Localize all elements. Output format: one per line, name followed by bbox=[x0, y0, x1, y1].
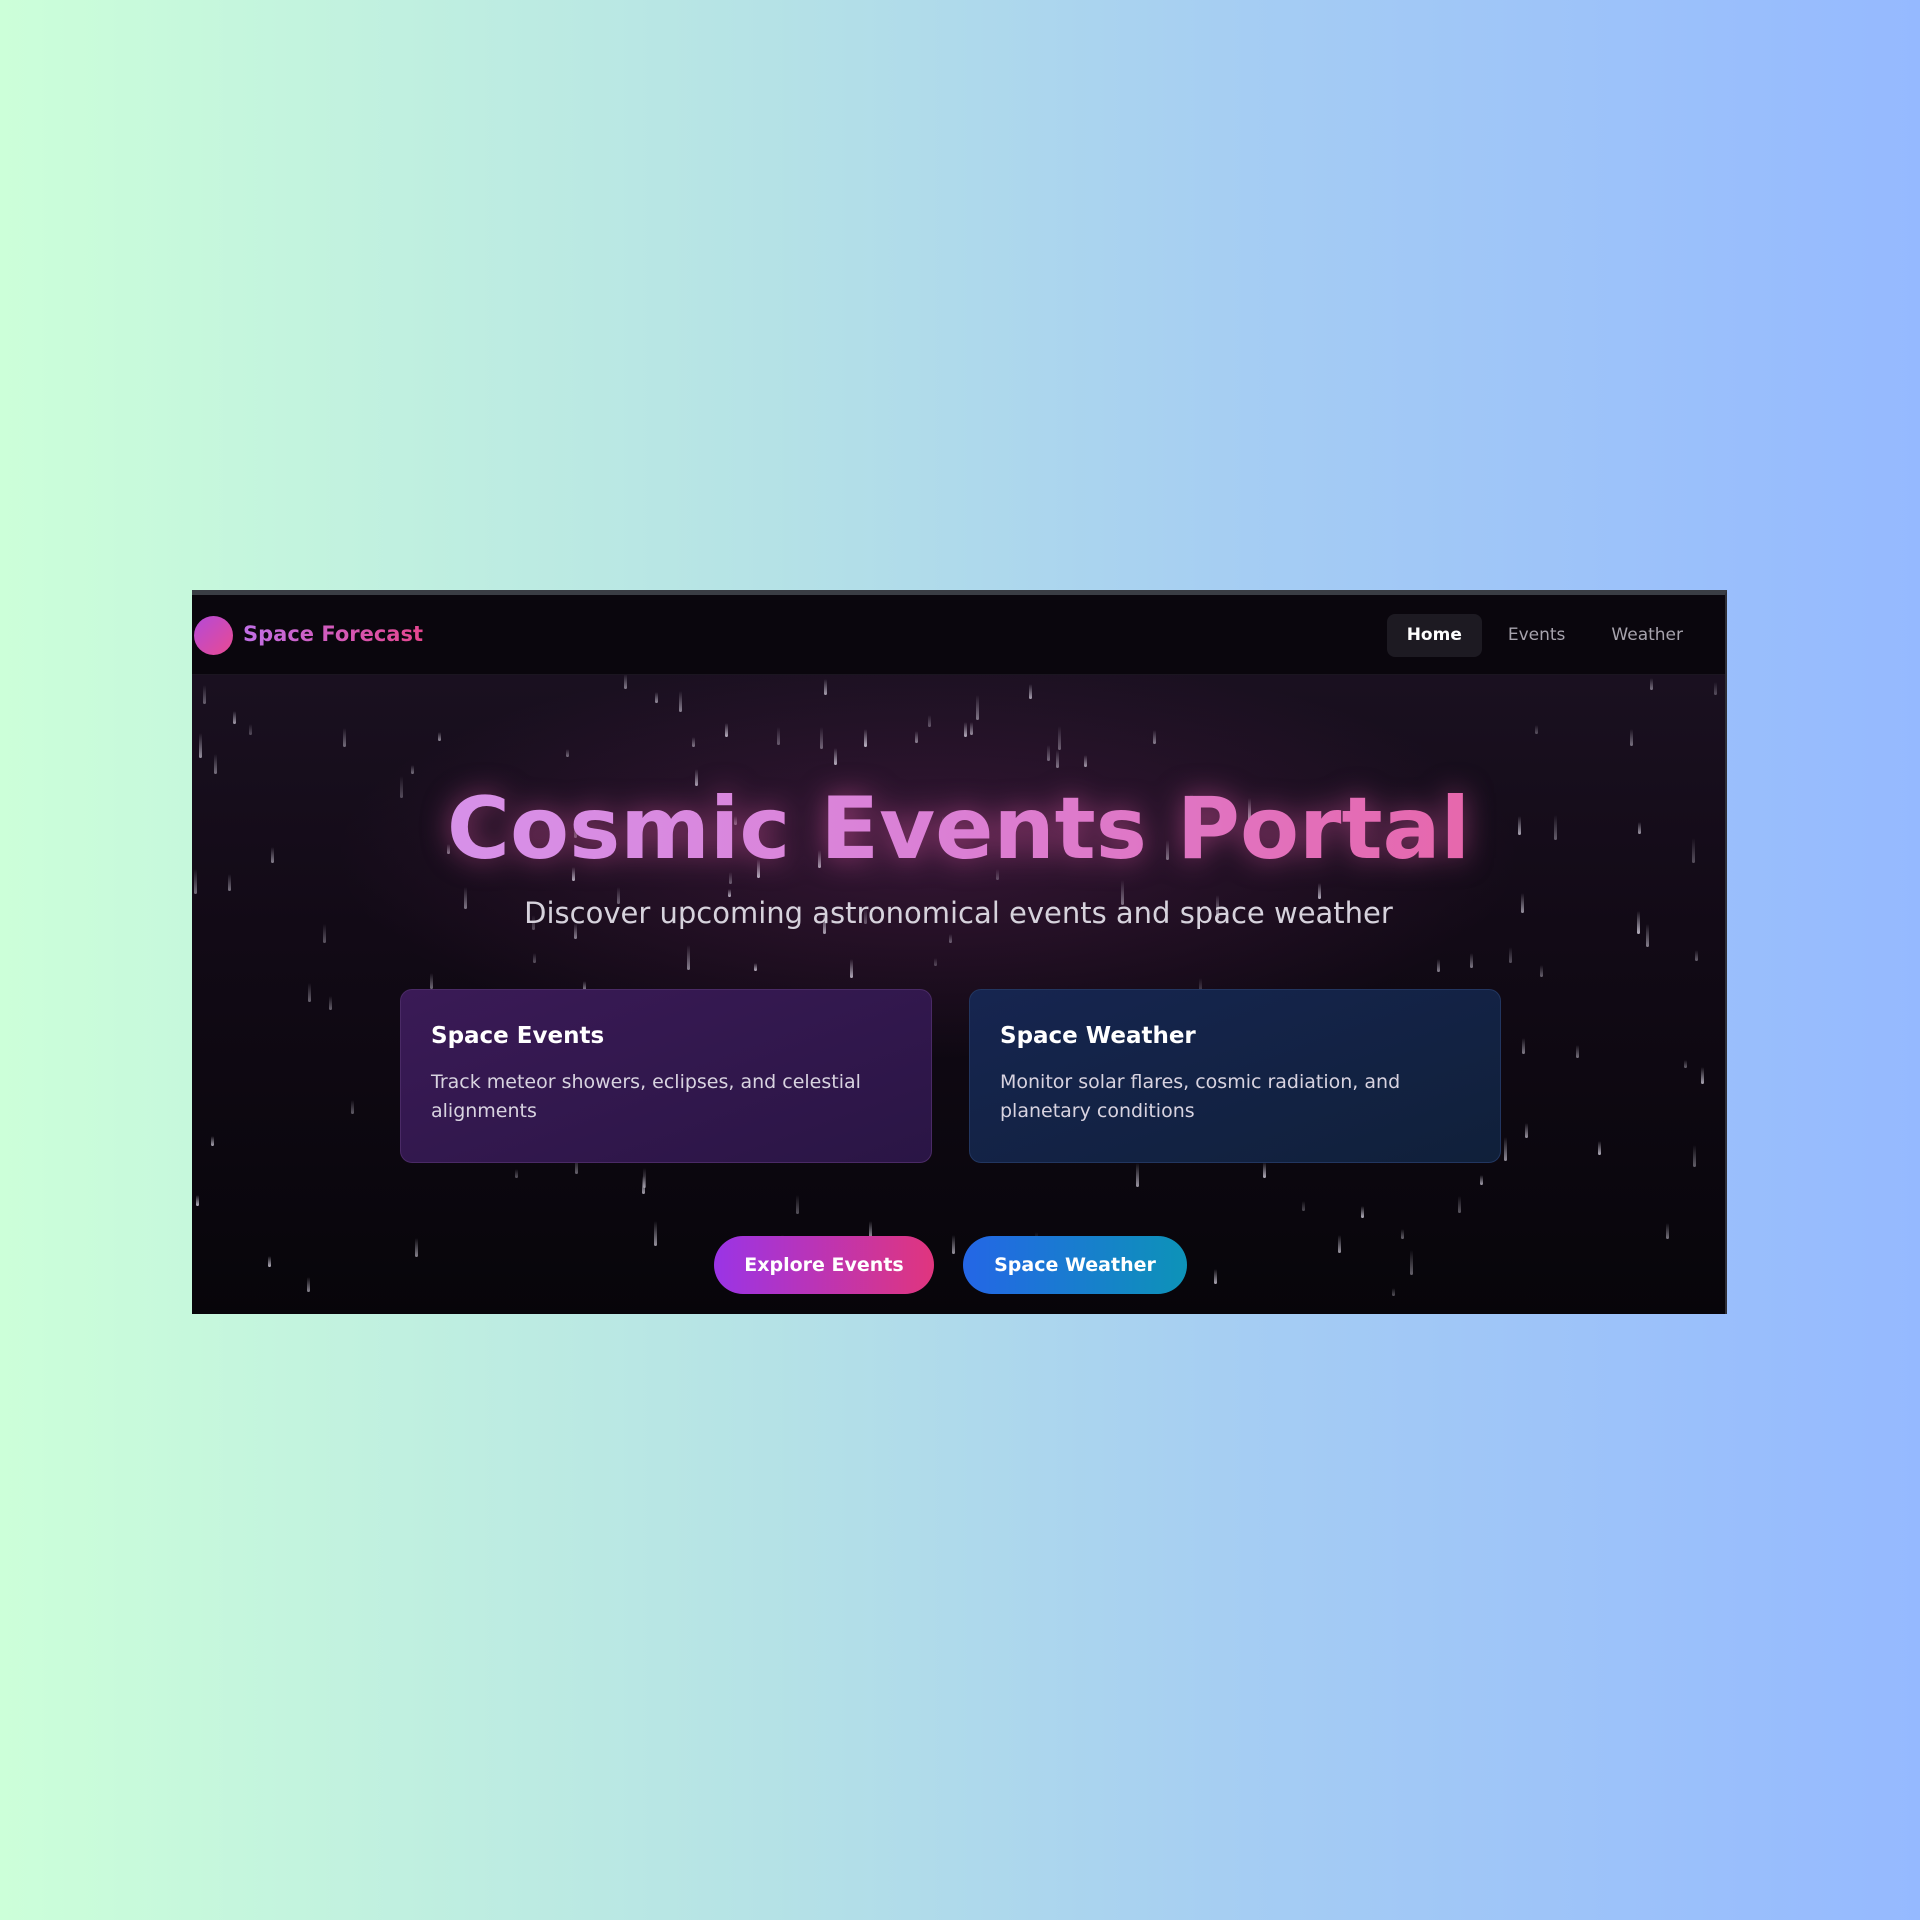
meteor-streak bbox=[1263, 1162, 1266, 1178]
meteor-streak bbox=[1598, 1141, 1601, 1155]
space-events-card[interactable]: Space Events Track meteor showers, eclip… bbox=[400, 989, 932, 1163]
card-description: Monitor solar flares, cosmic radiation, … bbox=[1000, 1071, 1401, 1122]
navbar: Space Forecast Home Events Weather bbox=[192, 595, 1725, 675]
space-weather-button[interactable]: Space Weather bbox=[963, 1236, 1187, 1294]
meteor-streak bbox=[864, 729, 867, 747]
meteor-streak bbox=[351, 1100, 354, 1114]
meteor-streak bbox=[199, 733, 202, 758]
card-title: Space Events bbox=[431, 1023, 605, 1049]
meteor-streak bbox=[1410, 1250, 1413, 1275]
meteor-streak bbox=[515, 1169, 518, 1178]
meteor-streak bbox=[1650, 678, 1653, 690]
meteor-streak bbox=[438, 732, 441, 741]
meteor-streak bbox=[343, 728, 346, 747]
meteor-streak bbox=[692, 737, 695, 747]
meteor-streak bbox=[850, 959, 853, 978]
meteor-streak bbox=[430, 973, 433, 989]
meteor-streak bbox=[1401, 1229, 1404, 1239]
meteor-streak bbox=[1214, 1269, 1217, 1284]
meteor-streak bbox=[308, 983, 311, 1002]
meteor-streak bbox=[970, 722, 973, 735]
meteor-streak bbox=[1361, 1206, 1364, 1218]
meteor-streak bbox=[679, 691, 682, 712]
meteor-streak bbox=[654, 1221, 657, 1246]
meteor-streak bbox=[415, 1238, 418, 1257]
meteor-streak bbox=[1058, 726, 1061, 750]
page-subtitle: Discover upcoming astronomical events an… bbox=[524, 896, 1393, 930]
meteor-streak bbox=[1458, 1196, 1461, 1213]
meteor-streak bbox=[1470, 953, 1473, 968]
meteor-streak bbox=[1136, 1163, 1139, 1187]
hero-section: Cosmic Events Portal Discover upcoming a… bbox=[192, 674, 1725, 1314]
meteor-streak bbox=[1525, 1123, 1528, 1138]
meteor-streak bbox=[687, 945, 690, 970]
meteor-streak bbox=[1693, 1145, 1696, 1167]
meteor-streak bbox=[1480, 1175, 1483, 1185]
meteor-streak bbox=[964, 722, 967, 737]
space-weather-card[interactable]: Space Weather Monitor solar flares, cosm… bbox=[969, 989, 1501, 1163]
meteor-streak bbox=[203, 685, 206, 704]
meteor-streak bbox=[329, 996, 332, 1010]
meteor-streak bbox=[1540, 965, 1543, 977]
meteor-streak bbox=[624, 674, 627, 689]
meteor-streak bbox=[268, 1256, 271, 1267]
meteor-streak bbox=[952, 1235, 955, 1254]
meteor-streak bbox=[1522, 1038, 1525, 1054]
meteor-streak bbox=[307, 1277, 310, 1292]
meteor-streak bbox=[1047, 745, 1050, 761]
meteor-streak bbox=[533, 953, 536, 963]
meteor-streak bbox=[1437, 959, 1440, 972]
card-description: Track meteor showers, eclipses, and cele… bbox=[431, 1071, 861, 1122]
meteor-streak bbox=[1029, 684, 1032, 699]
meteor-streak bbox=[820, 727, 823, 749]
meteor-streak bbox=[211, 1136, 214, 1146]
meteor-streak bbox=[1630, 729, 1633, 746]
meteor-streak bbox=[1056, 750, 1059, 768]
meteor-streak bbox=[1338, 1235, 1341, 1253]
brand-name[interactable]: Space Forecast bbox=[243, 617, 423, 651]
explore-events-button[interactable]: Explore Events bbox=[714, 1236, 934, 1294]
meteor-streak bbox=[725, 723, 728, 737]
meteor-streak bbox=[1714, 682, 1717, 695]
meteor-streak bbox=[777, 727, 780, 745]
meteor-streak bbox=[1684, 1060, 1687, 1068]
meteor-streak bbox=[566, 749, 569, 757]
meteor-streak bbox=[834, 748, 837, 765]
meteor-streak bbox=[1084, 755, 1087, 767]
browser-window: Space Forecast Home Events Weather Cosmi… bbox=[192, 590, 1727, 1314]
meteor-streak bbox=[1302, 1201, 1305, 1211]
logo-icon[interactable] bbox=[194, 616, 233, 655]
meteor-streak bbox=[934, 958, 937, 966]
meteor-streak bbox=[1392, 1288, 1395, 1296]
meteor-streak bbox=[411, 765, 414, 774]
meteor-streak bbox=[249, 724, 252, 735]
meteor-streak bbox=[1576, 1045, 1579, 1058]
meteor-streak bbox=[1701, 1067, 1704, 1084]
meteor-streak bbox=[1695, 950, 1698, 961]
meteor-streak bbox=[824, 679, 827, 695]
meteor-streak bbox=[1535, 725, 1538, 734]
nav-home[interactable]: Home bbox=[1386, 614, 1482, 657]
meteor-streak bbox=[1504, 1137, 1507, 1161]
nav-weather[interactable]: Weather bbox=[1591, 614, 1703, 657]
meteor-streak bbox=[1509, 947, 1512, 963]
meteor-streak bbox=[796, 1195, 799, 1214]
meteor-streak bbox=[976, 695, 979, 720]
meteor-streak bbox=[196, 1195, 199, 1206]
meteor-streak bbox=[949, 934, 952, 943]
meteor-streak bbox=[655, 692, 658, 703]
nav-links: Home Events Weather bbox=[1386, 614, 1703, 657]
meteor-streak bbox=[754, 963, 757, 971]
meteor-streak bbox=[928, 715, 931, 727]
meteor-streak bbox=[1153, 730, 1156, 744]
meteor-streak bbox=[214, 754, 217, 774]
meteor-streak bbox=[1666, 1223, 1669, 1239]
meteor-streak bbox=[642, 1176, 645, 1194]
card-title: Space Weather bbox=[1000, 1023, 1196, 1049]
nav-events[interactable]: Events bbox=[1488, 614, 1586, 657]
meteor-streak bbox=[233, 711, 236, 724]
page-title: Cosmic Events Portal bbox=[192, 774, 1725, 884]
meteor-streak bbox=[915, 731, 918, 743]
